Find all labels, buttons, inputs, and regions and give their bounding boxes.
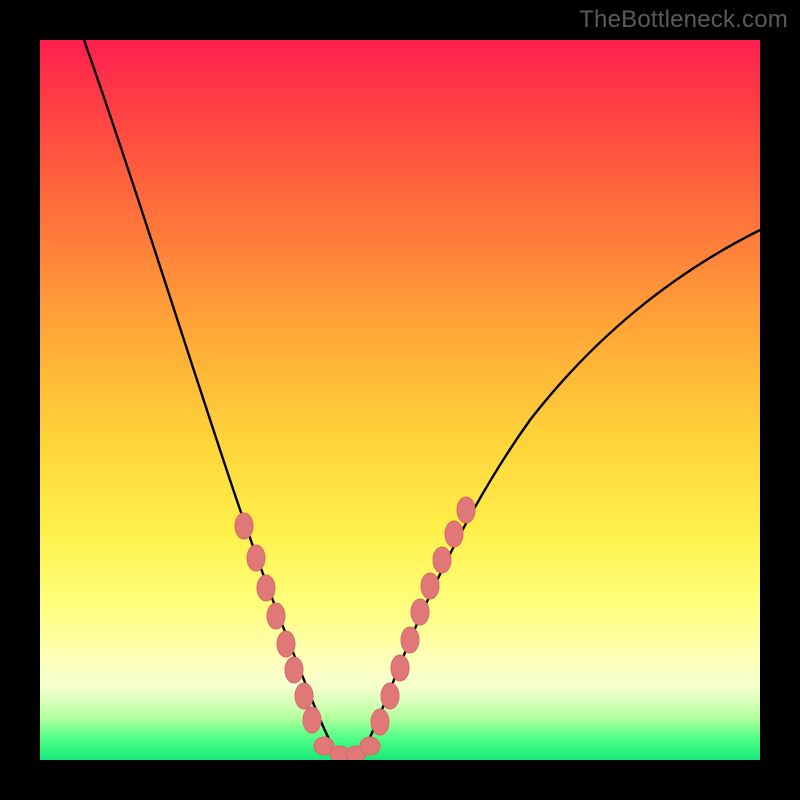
- curve-overlay: [40, 40, 760, 760]
- markers-valley: [314, 737, 380, 760]
- plot-area: [40, 40, 760, 760]
- chart-frame: TheBottleneck.com: [0, 0, 800, 800]
- left-curve: [84, 40, 340, 758]
- watermark-text: TheBottleneck.com: [579, 6, 788, 34]
- right-curve: [360, 230, 760, 758]
- markers-left: [235, 513, 321, 733]
- markers-right: [371, 497, 475, 735]
